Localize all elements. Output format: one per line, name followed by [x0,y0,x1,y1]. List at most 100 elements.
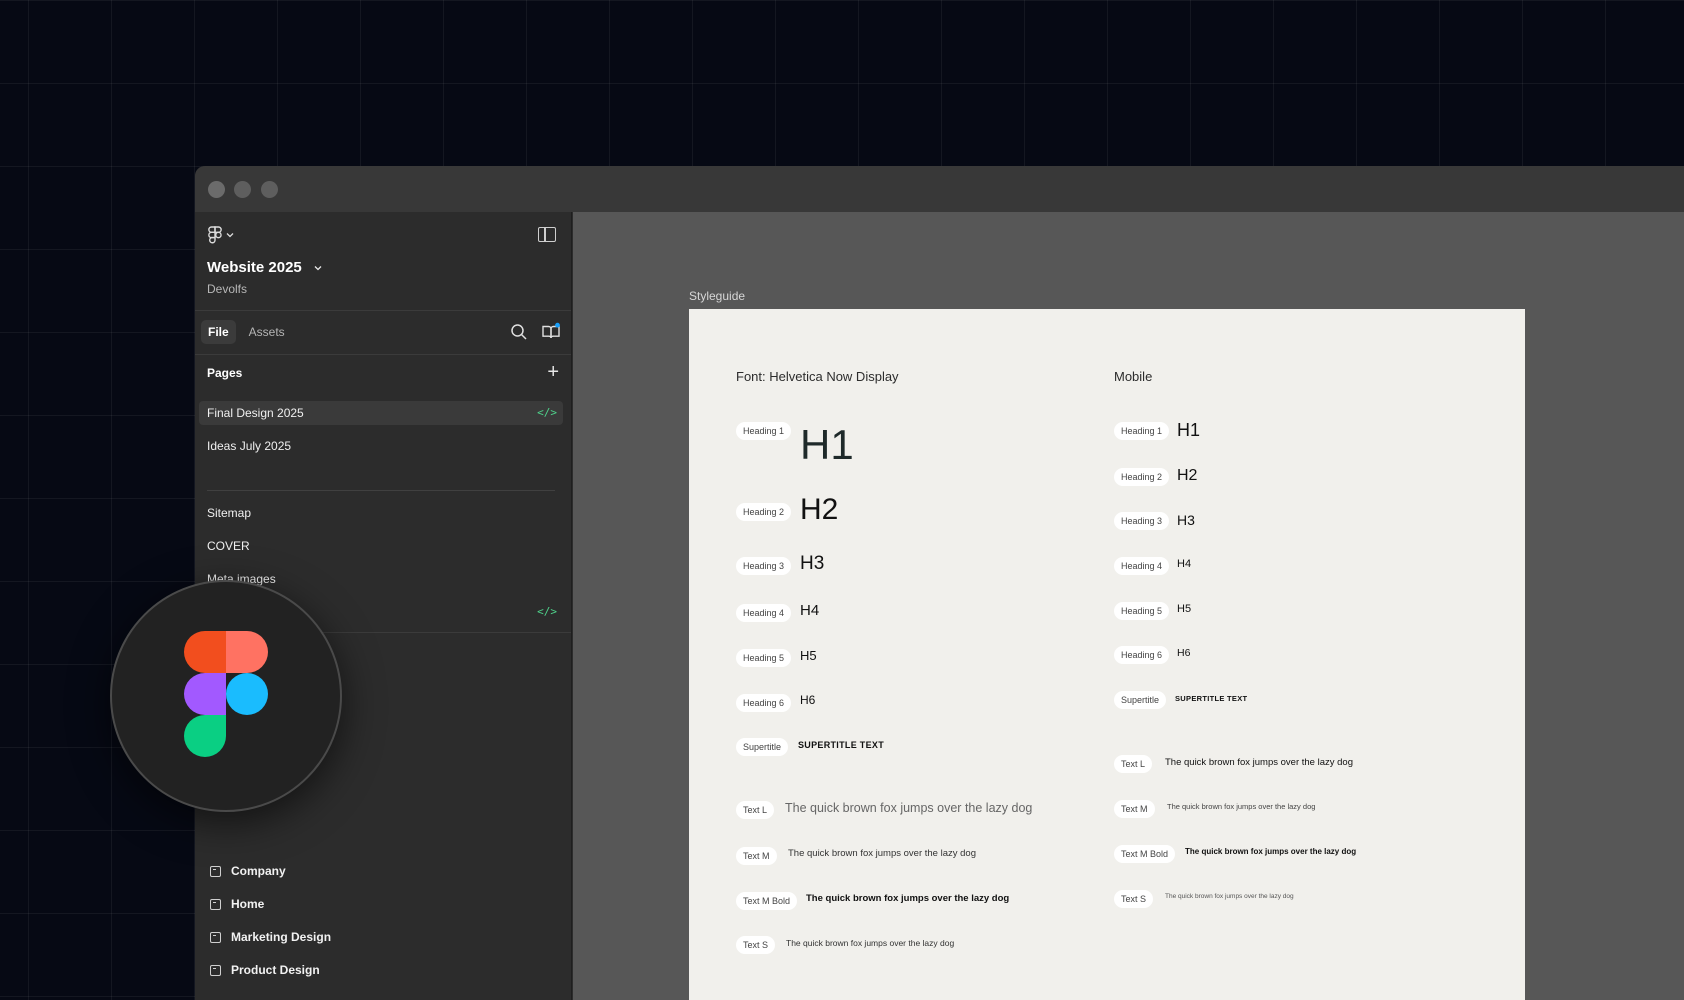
style-tag: Heading 6 [736,694,792,712]
style-tag: Text M [1114,800,1155,818]
style-tag: Text M Bold [736,892,798,910]
style-tag: Heading 1 [1114,422,1170,440]
project-title-text: Website 2025 [207,259,302,276]
style-sample: The quick brown fox jumps over the lazy … [786,938,955,948]
style-sample: The quick brown fox jumps over the lazy … [806,893,1010,904]
chevron-down-icon [314,265,322,270]
style-tag: Supertitle [1114,691,1167,709]
style-sample: H5 [800,648,817,663]
divider [195,310,571,311]
divider [207,490,555,491]
page-item-label: COVER [207,539,250,553]
sidebar-tabs: File Assets [201,320,292,344]
style-tag: Text M Bold [1114,845,1176,863]
style-sample: SUPERTITLE TEXT [798,740,885,750]
figma-logo-purple-shape [184,673,226,715]
layer-item-company[interactable]: Company [210,861,286,881]
style-sample: The quick brown fox jumps over the lazy … [788,848,976,859]
divider [195,354,571,355]
style-tag: Text L [1114,755,1153,773]
style-sample: The quick brown fox jumps over the lazy … [785,801,1033,815]
desktop-column-title: Font: Helvetica Now Display [736,369,899,384]
style-sample: H3 [800,553,825,574]
style-tag: Heading 2 [1114,468,1170,486]
style-sample: H3 [1177,512,1195,528]
tab-file[interactable]: File [201,320,236,344]
page-item-cover[interactable]: COVER [199,534,563,558]
figma-logo-green-shape [184,715,226,757]
design-canvas[interactable]: Styleguide Font: Helvetica Now Display H… [573,212,1684,1000]
page-item-label: Sitemap [207,506,252,520]
figma-logo-blue-shape [226,673,268,715]
frame-label[interactable]: Styleguide [689,289,745,303]
layer-item-label: Product Design [231,963,320,977]
style-tag: Heading 2 [736,503,792,521]
dev-mode-code-icon[interactable]: </> [537,600,557,624]
style-tag: Heading 6 [1114,646,1170,664]
style-tag: Heading 4 [1114,557,1170,575]
styleguide-frame[interactable]: Font: Helvetica Now Display Heading 1 H1… [689,309,1525,1000]
add-page-button[interactable]: + [547,362,559,382]
figma-app-icon [184,631,268,757]
close-window-button[interactable] [208,181,225,198]
style-tag: Heading 1 [736,422,792,440]
page-item-ideas-july-2025[interactable]: Ideas July 2025 [199,434,563,458]
maximize-window-button[interactable] [261,181,278,198]
layer-item-label: Home [231,897,265,911]
style-sample: H1 [800,421,854,468]
layer-item-product-design[interactable]: Product Design [210,960,320,980]
app-window: Website 2025 Devolfs File Assets Pages +… [195,166,1684,1000]
figma-logo-badge [110,580,342,812]
style-sample: H5 [1177,603,1192,615]
style-tag: Text S [736,936,776,954]
style-tag: Heading 3 [736,557,792,575]
style-sample: SUPERTITLE TEXT [1175,694,1248,703]
chevron-down-icon [226,233,234,238]
style-tag: Text S [1114,890,1154,908]
style-sample: H1 [1177,420,1201,440]
toggle-sidebar-button[interactable] [538,227,556,242]
frame-icon [210,964,221,976]
frame-icon [210,898,221,910]
layer-item-label: Company [231,864,286,878]
style-tag: Text M [736,847,777,865]
style-tag: Heading 5 [736,649,792,667]
page-item-final-design-2025[interactable]: Final Design 2025 </> [199,401,563,425]
mobile-column-title: Mobile [1114,369,1153,384]
style-tag: Text L [736,801,775,819]
project-title[interactable]: Website 2025 [207,259,322,276]
style-tag: Heading 3 [1114,512,1170,530]
page-item-sitemap[interactable]: Sitemap [199,501,563,525]
pages-heading: Pages [207,366,243,380]
style-sample: H4 [800,602,820,619]
style-sample: The quick brown fox jumps over the lazy … [1167,802,1316,811]
main-menu-button[interactable] [208,226,234,244]
style-tag: Supertitle [736,738,789,756]
layer-item-marketing-design[interactable]: Marketing Design [210,927,331,947]
dev-mode-code-icon[interactable]: </> [537,401,557,425]
style-sample: The quick brown fox jumps over the lazy … [1185,847,1357,856]
page-item-label: Final Design 2025 [207,406,304,420]
minimize-window-button[interactable] [234,181,251,198]
search-icon[interactable] [509,322,529,342]
team-name: Devolfs [207,282,248,296]
library-book-icon[interactable] [541,322,561,342]
layer-item-home[interactable]: Home [210,894,264,914]
style-sample: H2 [800,493,839,526]
style-tag: Heading 5 [1114,602,1170,620]
style-sample: H2 [1177,467,1198,484]
frame-icon [210,931,221,943]
style-sample: The quick brown fox jumps over the lazy … [1165,757,1353,768]
tab-assets[interactable]: Assets [242,320,292,344]
style-tag: Heading 4 [736,604,792,622]
frame-icon [210,865,221,877]
page-item-label: Ideas July 2025 [207,439,292,453]
figma-logo-icon [208,226,222,244]
style-sample: H6 [800,693,816,707]
title-bar [195,166,1684,212]
figma-logo-red-shape [184,631,226,673]
layer-item-label: Marketing Design [231,930,332,944]
style-sample: The quick brown fox jumps over the lazy … [1165,893,1294,900]
style-sample: H6 [1177,647,1191,659]
figma-logo-coral-shape [226,631,268,673]
